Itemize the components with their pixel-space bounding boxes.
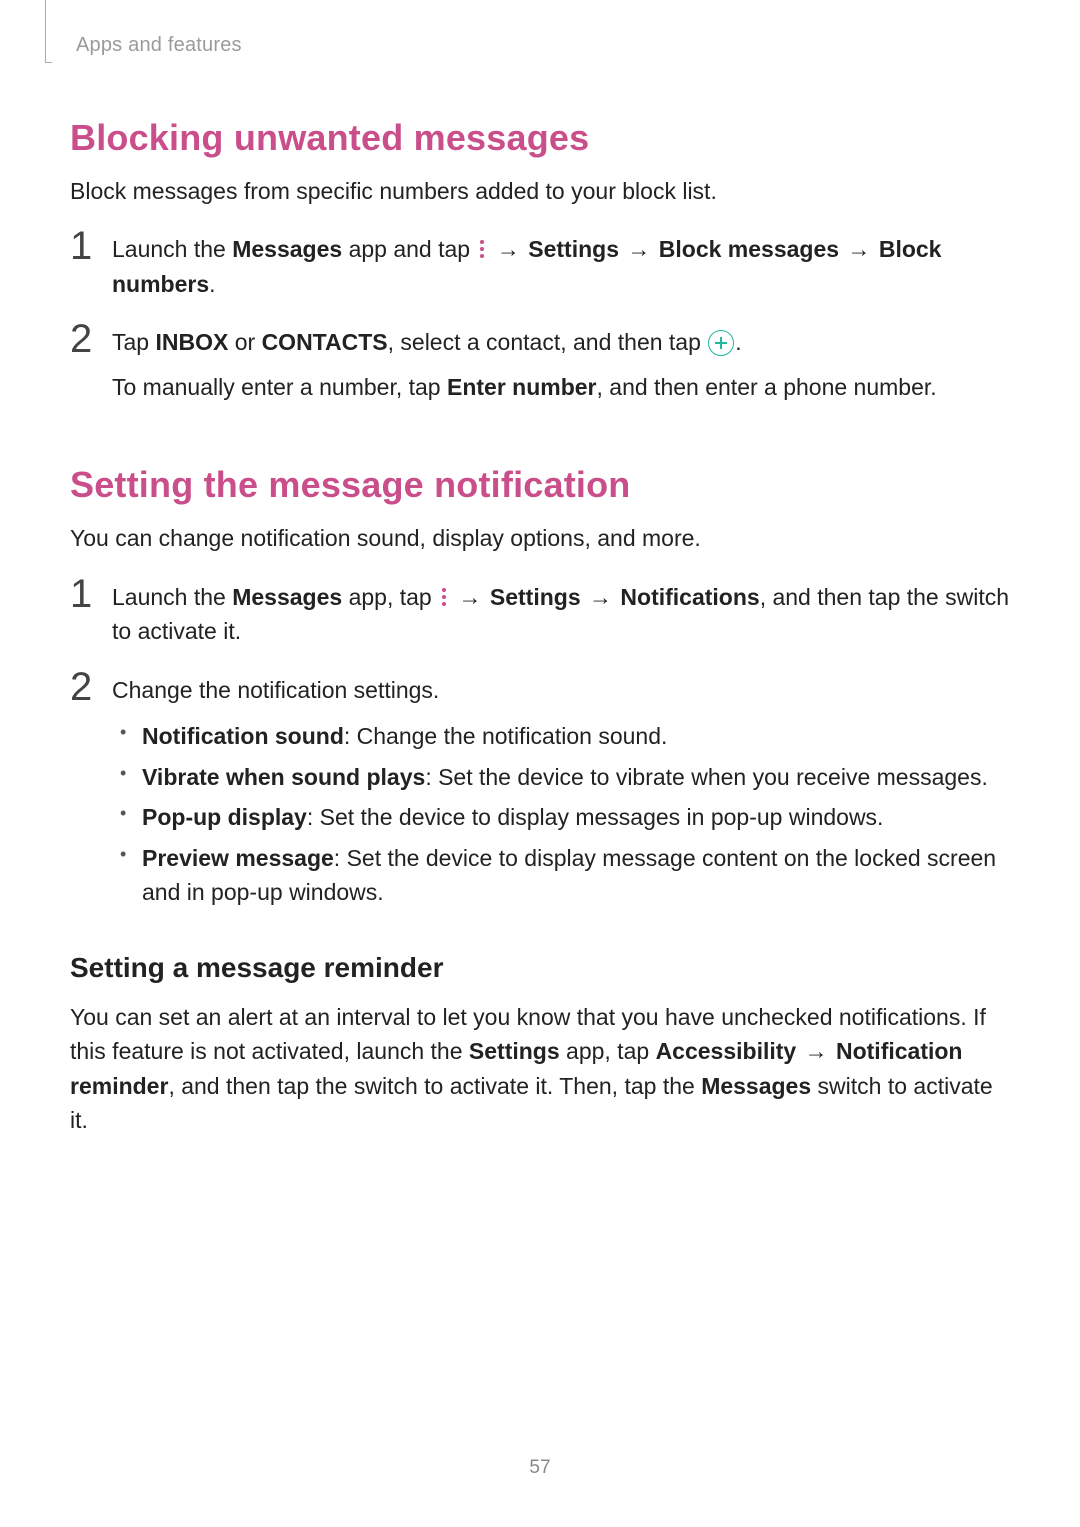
bold-text: Vibrate when sound plays xyxy=(142,764,425,790)
bold-text: Settings xyxy=(528,236,619,262)
text: , and then tap the switch to activate it… xyxy=(168,1073,701,1099)
arrow-icon: → xyxy=(587,580,614,615)
step-number: 2 xyxy=(70,667,112,707)
arrow-icon: → xyxy=(845,232,872,267)
bold-text: Block messages xyxy=(659,236,839,262)
text: , select a contact, and then tap xyxy=(388,329,708,355)
text: app, tap xyxy=(560,1038,656,1064)
list-item: Preview message: Set the device to displ… xyxy=(142,841,1010,910)
step-number: 1 xyxy=(70,226,112,266)
text: . xyxy=(735,329,741,355)
bold-text: Settings xyxy=(469,1038,560,1064)
bold-text: Enter number xyxy=(447,374,597,400)
step-2-notification: 2 Change the notification settings. Noti… xyxy=(70,673,1010,916)
bold-text: Notifications xyxy=(620,584,759,610)
page-container: Apps and features Blocking unwanted mess… xyxy=(0,0,1080,1527)
step-1-notification: 1 Launch the Messages app, tap → Setting… xyxy=(70,580,1010,659)
bullet-list: Notification sound: Change the notificat… xyxy=(112,719,1010,910)
text: app, tap xyxy=(342,584,438,610)
add-icon xyxy=(708,330,734,356)
text: , and then enter a phone number. xyxy=(597,374,937,400)
text: To manually enter a number, tap xyxy=(112,374,447,400)
arrow-icon: → xyxy=(625,232,652,267)
text: . xyxy=(209,271,215,297)
more-options-icon xyxy=(476,239,488,259)
text: : Change the notification sound. xyxy=(344,723,668,749)
bold-text: Settings xyxy=(490,584,581,610)
paragraph: You can set an alert at an interval to l… xyxy=(70,1000,1010,1138)
text: Change the notification settings. xyxy=(112,673,1010,708)
step-1-blocking: 1 Launch the Messages app and tap → Sett… xyxy=(70,232,1010,311)
section-intro-notification: You can change notification sound, displ… xyxy=(70,522,1010,555)
step-2-blocking: 2 Tap INBOX or CONTACTS, select a contac… xyxy=(70,325,1010,414)
text: : Set the device to display messages in … xyxy=(307,804,884,830)
text: or xyxy=(228,329,261,355)
bold-text: Messages xyxy=(701,1073,811,1099)
text: : Set the device to vibrate when you rec… xyxy=(425,764,988,790)
bold-text: Notification sound xyxy=(142,723,344,749)
step-body: Tap INBOX or CONTACTS, select a contact,… xyxy=(112,325,1010,414)
bold-text: CONTACTS xyxy=(262,329,388,355)
list-item: Vibrate when sound plays: Set the device… xyxy=(142,760,1010,795)
breadcrumb: Apps and features xyxy=(76,34,1010,57)
page-number: 57 xyxy=(0,1457,1080,1479)
text: Tap xyxy=(112,329,155,355)
text: Launch the xyxy=(112,236,232,262)
section-intro-blocking: Block messages from specific numbers add… xyxy=(70,175,1010,208)
arrow-icon: → xyxy=(495,232,522,267)
step-body: Launch the Messages app and tap → Settin… xyxy=(112,232,1010,311)
bold-text: Preview message xyxy=(142,845,334,871)
arrow-icon: → xyxy=(457,580,484,615)
text: app and tap xyxy=(342,236,476,262)
step-number: 1 xyxy=(70,574,112,614)
bold-text: Pop-up display xyxy=(142,804,307,830)
subsection-title-reminder: Setting a message reminder xyxy=(70,952,1010,984)
bold-text: INBOX xyxy=(155,329,228,355)
arrow-icon: → xyxy=(803,1034,830,1069)
bold-text: Accessibility xyxy=(656,1038,797,1064)
section-title-notification: Setting the message notification xyxy=(70,464,1010,506)
bold-text: Messages xyxy=(232,236,342,262)
step-body: Launch the Messages app, tap → Settings … xyxy=(112,580,1010,659)
list-item: Pop-up display: Set the device to displa… xyxy=(142,800,1010,835)
text: Launch the xyxy=(112,584,232,610)
step-number: 2 xyxy=(70,319,112,359)
list-item: Notification sound: Change the notificat… xyxy=(142,719,1010,754)
step-body: Change the notification settings. Notifi… xyxy=(112,673,1010,916)
section-title-blocking: Blocking unwanted messages xyxy=(70,117,1010,159)
bold-text: Messages xyxy=(232,584,342,610)
page-tab-marker xyxy=(45,0,52,63)
more-options-icon xyxy=(438,587,450,607)
